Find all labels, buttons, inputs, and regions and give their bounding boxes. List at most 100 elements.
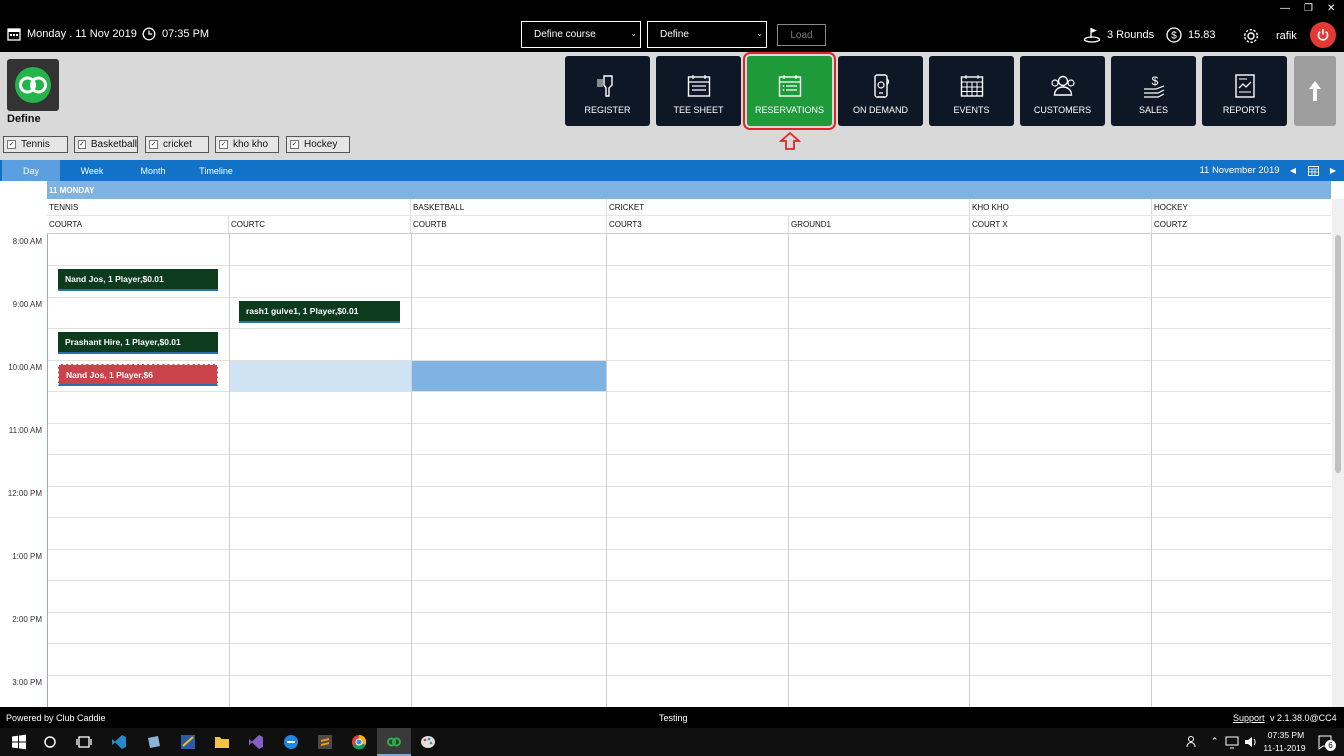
nav-reports-button[interactable]: REPORTS (1202, 56, 1287, 126)
tab-day[interactable]: Day (2, 160, 60, 181)
appointment[interactable]: Nand Jos, 1 Player,$0.01 (58, 269, 218, 291)
top-bar: Monday . 11 Nov 2019 07:35 PM Define cou… (0, 0, 1344, 52)
tab-week[interactable]: Week (63, 160, 121, 181)
load-button[interactable]: Load (777, 24, 826, 46)
svg-text:$: $ (1171, 31, 1177, 42)
grid-line (1151, 234, 1152, 707)
sublime-text-icon[interactable] (317, 734, 333, 750)
vertical-scrollbar[interactable] (1332, 199, 1344, 707)
collapse-header-button[interactable] (1294, 56, 1336, 126)
calendar-list-icon (778, 75, 801, 97)
next-date-icon[interactable]: ▶ (1327, 160, 1339, 181)
nav-reservations-label: RESERVATIONS (754, 105, 825, 115)
selected-slot-active[interactable] (411, 360, 606, 391)
date-display: Monday . 11 Nov 2019 (7, 27, 137, 41)
course-select-value: Define course (534, 29, 596, 40)
users-icon (1050, 75, 1075, 96)
calendar-icon (7, 28, 21, 41)
search-icon[interactable] (42, 734, 58, 750)
appointment[interactable]: Prashant Hire, 1 Player,$0.01 (58, 332, 218, 354)
grid-line (47, 675, 1331, 676)
svg-text:$: $ (1151, 74, 1158, 88)
file-explorer-icon[interactable] (214, 734, 230, 750)
tab-month[interactable]: Month (124, 160, 182, 181)
power-button[interactable] (1310, 22, 1336, 48)
grid-line (606, 234, 607, 707)
prev-date-icon[interactable]: ◀ (1287, 160, 1299, 181)
time-label: 1:00 PM (12, 552, 42, 561)
barcode-scanner-icon (597, 75, 613, 97)
define-select[interactable]: Define ⌄ (647, 21, 767, 48)
court-header-courtz: COURTZ (1152, 216, 1331, 234)
checkbox-checked-icon: ✓ (7, 140, 16, 149)
chevron-down-icon: ⌄ (756, 29, 763, 38)
nav-sales-button[interactable]: $ SALES (1111, 56, 1196, 126)
filter-kho-kho[interactable]: ✓ kho kho (215, 136, 279, 153)
money-icon: $ (1143, 74, 1164, 98)
power-icon (1317, 29, 1329, 41)
court-header-court-x: COURT X (970, 216, 1152, 234)
club-caddie-icon[interactable] (386, 734, 402, 750)
grid-line (47, 265, 1331, 266)
paint-icon[interactable] (420, 734, 436, 750)
nav-register-button[interactable]: REGISTER (565, 56, 650, 126)
filter-hockey[interactable]: ✓ Hockey (286, 136, 350, 153)
taskbar-date: 11-11-2019 (1263, 743, 1306, 753)
course-select[interactable]: Define course ⌄ (521, 21, 641, 48)
nav-sales-label: SALES (1138, 105, 1169, 115)
task-view-icon[interactable] (76, 734, 92, 750)
windows-start-icon[interactable] (11, 734, 27, 750)
chrome-icon[interactable] (351, 734, 367, 750)
balance-display: $ 15.83 (1166, 27, 1216, 43)
nav-reservations-button[interactable]: RESERVATIONS (743, 52, 836, 130)
windows-taskbar: ⌃ 07:35 PM 11-11-2019 6 (0, 728, 1344, 756)
vscode-icon[interactable] (111, 734, 127, 750)
time-grid[interactable]: Nand Jos, 1 Player,$0.01 rash1 gulve1, 1… (47, 234, 1331, 707)
appointment[interactable]: Nand Jos, 1 Player,$6 (58, 364, 218, 386)
visual-studio-icon[interactable] (248, 734, 264, 750)
app-icon[interactable] (146, 734, 162, 750)
filter-cricket-label: cricket (163, 139, 192, 150)
nav-on-demand-label: ON DEMAND (852, 105, 908, 115)
selected-slot[interactable] (229, 360, 411, 391)
dollar-icon: $ (1166, 27, 1182, 43)
filter-kho-kho-label: kho kho (233, 139, 269, 150)
calendar-picker-icon[interactable] (1304, 160, 1322, 181)
rounds-display: 3 Rounds (1083, 27, 1154, 43)
nav-customers-button[interactable]: CUSTOMERS (1020, 56, 1105, 126)
court-header-court3: COURT3 (607, 216, 789, 234)
restore-icon[interactable]: ❐ (1304, 3, 1313, 14)
report-icon (1234, 74, 1255, 98)
filter-tennis[interactable]: ✓ Tennis (3, 136, 68, 153)
close-icon[interactable]: ✕ (1327, 3, 1335, 14)
gear-icon[interactable] (1242, 27, 1260, 45)
clock-icon (142, 27, 156, 41)
user-display[interactable]: rafik (1242, 27, 1297, 45)
filter-basketball[interactable]: ✓ Basketball (74, 136, 138, 153)
filter-tennis-label: Tennis (21, 139, 50, 150)
network-icon[interactable] (1224, 734, 1240, 750)
support-link[interactable]: Support (1233, 713, 1265, 723)
volume-icon[interactable] (1243, 734, 1259, 750)
balance-text: 15.83 (1188, 29, 1216, 41)
nav-events-button[interactable]: EVENTS (929, 56, 1014, 126)
filter-cricket[interactable]: ✓ cricket (145, 136, 209, 153)
chevron-up-icon[interactable]: ⌃ (1211, 736, 1219, 747)
court-header-courta: COURTA (47, 216, 229, 234)
scrollbar-thumb[interactable] (1335, 235, 1341, 473)
court-header-courtb: COURTB (411, 216, 607, 234)
group-header-kho-kho: KHO KHO (970, 199, 1152, 216)
app-icon[interactable] (180, 734, 196, 750)
mobile-phone-icon (873, 74, 889, 98)
tab-timeline[interactable]: Timeline (185, 160, 247, 181)
nav-tee-sheet-button[interactable]: TEE SHEET (656, 56, 741, 126)
people-icon[interactable] (1185, 734, 1201, 750)
group-header-hockey: HOCKEY (1152, 199, 1331, 216)
minimize-icon[interactable]: — (1280, 3, 1290, 14)
grid-line (47, 486, 1331, 487)
nav-on-demand-button[interactable]: ON DEMAND (838, 56, 923, 126)
filter-basketball-label: Basketball (90, 139, 138, 150)
grid-line (47, 549, 1331, 550)
app-icon[interactable] (283, 734, 299, 750)
appointment[interactable]: rash1 gulve1, 1 Player,$0.01 (239, 301, 400, 323)
